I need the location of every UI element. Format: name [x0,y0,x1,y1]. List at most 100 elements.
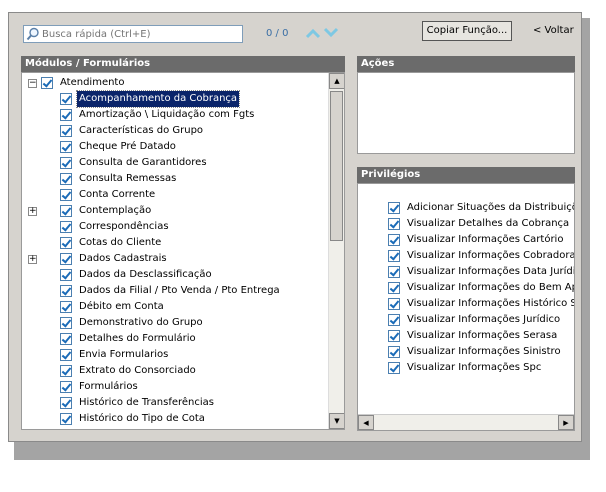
tree-item[interactable]: + Dados Cadastrais [28,251,169,267]
privilege-item[interactable]: Visualizar Informações do Bem Apr [388,280,575,296]
checkbox[interactable] [60,253,72,265]
checkbox[interactable] [60,205,72,217]
checkbox[interactable] [388,250,400,262]
acoes-header: Ações [357,56,575,72]
scroll-down-button[interactable]: ▼ [329,413,344,429]
checkbox[interactable] [41,77,53,89]
privilege-label: Visualizar Informações Histórico Sif [407,298,575,309]
privilege-item[interactable]: Visualizar Informações Sinistro [388,344,563,360]
tree-item[interactable]: Extrato do Consorciado [60,363,198,379]
expand-icon[interactable]: + [28,207,37,216]
checkbox[interactable] [60,301,72,313]
checkbox[interactable] [60,189,72,201]
tree-item[interactable]: + Contemplação [28,203,153,219]
chevron-down-icon[interactable] [323,27,339,39]
privilege-item[interactable]: Visualizar Informações Histórico Sif [388,296,575,312]
tree-item[interactable]: Formulários [60,379,140,395]
checkbox[interactable] [388,218,400,230]
checkbox[interactable] [60,237,72,249]
tree-root-atendimento[interactable]: − Atendimento [28,75,126,91]
back-link[interactable]: < Voltar [533,25,574,36]
checkbox[interactable] [60,125,72,137]
checkbox[interactable] [60,397,72,409]
checkbox[interactable] [60,381,72,393]
chevron-up-icon[interactable] [305,27,321,39]
checkbox[interactable] [60,413,72,425]
tree-item-label: Formulários [79,381,138,392]
checkbox[interactable] [60,349,72,361]
tree-item[interactable]: Cotas do Cliente [60,235,163,251]
expand-icon[interactable]: + [28,255,37,264]
privilege-item[interactable]: Visualizar Informações Cobradora [388,248,574,264]
checkbox[interactable] [388,266,400,278]
checkbox[interactable] [60,333,72,345]
checkbox[interactable] [60,317,72,329]
checkbox[interactable] [388,314,400,326]
tree-item-label: Cheque Pré Datado [79,141,176,152]
tree-item[interactable]: Histórico de Transferências [60,395,216,411]
tree-item[interactable]: Consulta Remessas [60,171,178,187]
modules-tree[interactable]: − Atendimento Acompanhamento da Cobrança Am… [21,72,345,430]
tree-item-label: Atendimento [60,77,125,88]
privilege-item[interactable]: Visualizar Informações Spc [388,360,543,376]
checkbox[interactable] [60,285,72,297]
tree-item-label: Extrato do Consorciado [79,365,196,376]
tree-item-label: Cotas do Cliente [79,237,162,248]
checkbox[interactable] [60,221,72,233]
checkbox[interactable] [388,282,400,294]
search-box[interactable] [23,25,243,43]
tree-item[interactable]: Consulta de Garantidores [60,155,209,171]
tree-item-label: Contemplação [79,205,152,216]
checkbox[interactable] [60,173,72,185]
checkbox[interactable] [388,202,400,214]
main-window: 0 / 0 Módulos / Formulários − Atendimento… [8,12,582,442]
tree-item[interactable]: Conta Corrente [60,187,157,203]
tree-item[interactable]: Amortização \ Liquidação com Fgts [60,107,256,123]
tree-item[interactable]: Dados da Desclassificação [60,267,214,283]
privilege-item[interactable]: Visualizar Detalhes da Cobrança [388,216,571,232]
privilege-label: Visualizar Informações do Bem Apr [407,282,575,293]
checkbox[interactable] [388,330,400,342]
privilege-label: Visualizar Informações Serasa [407,330,558,341]
checkbox[interactable] [60,109,72,121]
tree-item[interactable]: Cheque Pré Datado [60,139,178,155]
checkbox[interactable] [388,298,400,310]
tree-item[interactable]: Acompanhamento da Cobrança [60,90,241,108]
checkbox[interactable] [60,269,72,281]
tree-item-label: Consulta de Garantidores [79,157,207,168]
checkbox[interactable] [388,346,400,358]
checkbox[interactable] [60,157,72,169]
collapse-icon[interactable]: − [28,78,37,88]
tree-item-label: Histórico do Tipo de Cota [79,413,205,424]
checkbox[interactable] [60,365,72,377]
privilege-item[interactable]: Visualizar Informações Data Jurídic [388,264,574,280]
privilege-label: Visualizar Informações Jurídico [407,314,561,325]
tree-item[interactable]: Detalhes do Formulário [60,331,198,347]
privilege-item[interactable]: Visualizar Informações Serasa [388,328,559,344]
scroll-thumb[interactable] [330,91,343,241]
checkbox[interactable] [388,362,400,374]
tree-item[interactable]: Envia Formularios [60,347,170,363]
tree-item[interactable]: Dados da Filial / Pto Venda / Pto Entreg… [60,283,282,299]
tree-item[interactable]: Histórico do Tipo de Cota [60,411,207,427]
privilege-item[interactable]: Visualizar Informações Cartório [388,232,565,248]
privilegios-panel[interactable]: Adicionar Situações da Distribuiçõ Visual… [357,183,575,431]
tree-item[interactable]: Características do Grupo [60,123,205,139]
scroll-right-button[interactable]: ▶ [558,415,574,430]
tree-item-label: Dados da Filial / Pto Venda / Pto Entreg… [79,285,280,296]
tree-item[interactable]: Débito em Conta [60,299,166,315]
privilege-item[interactable]: Adicionar Situações da Distribuiçõ [388,200,574,216]
checkbox[interactable] [388,234,400,246]
privilege-label: Visualizar Informações Cartório [407,234,564,245]
scroll-left-button[interactable]: ◀ [358,415,374,430]
tree-item[interactable]: Demonstrativo do Grupo [60,315,205,331]
copy-function-button[interactable]: Copiar Função... [422,21,512,41]
scroll-up-button[interactable]: ▲ [329,73,344,89]
checkbox[interactable] [60,141,72,153]
search-input[interactable] [40,28,237,40]
modules-vertical-scrollbar[interactable]: ▲ ▼ [328,73,344,429]
tree-item[interactable]: Correspondências [60,219,171,235]
privilegios-horizontal-scrollbar[interactable]: ◀ ▶ [358,414,574,430]
privilege-item[interactable]: Visualizar Informações Jurídico [388,312,562,328]
checkbox[interactable] [60,93,72,105]
